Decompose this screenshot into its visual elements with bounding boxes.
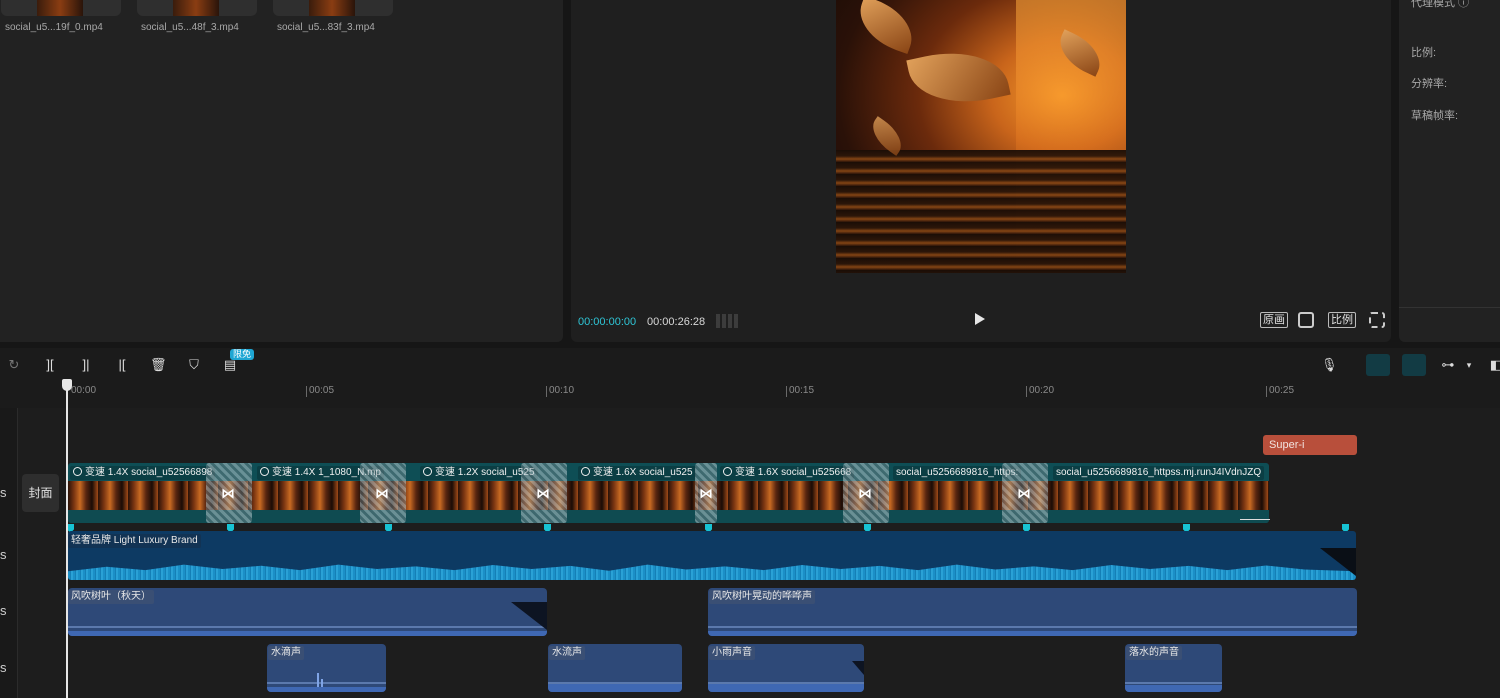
auto-snap-icon[interactable]	[1402, 354, 1426, 376]
redo-icon[interactable]: ↻	[6, 357, 22, 373]
text-clip[interactable]: Super-i	[1263, 435, 1357, 455]
free-badge: 限免	[230, 349, 255, 360]
transition-marker[interactable]: ⋈	[360, 463, 406, 523]
sfx-label: 风吹树叶晃动的哗哗声	[709, 590, 815, 604]
video-preview[interactable]	[836, 0, 1126, 273]
microphone-icon[interactable]: 🎙	[1321, 357, 1338, 373]
media-item-label: social_u5...48f_3.mp4	[141, 22, 239, 33]
media-item-label: social_u5...83f_3.mp4	[277, 22, 375, 33]
music-clip-label: 轻奢品牌 Light Luxury Brand	[68, 534, 201, 548]
video-clip-label[interactable]: social_u5256689816_httpss.mj.runJ4IVdnJZ…	[1053, 466, 1265, 480]
media-thumbnail[interactable]	[273, 0, 393, 16]
ruler-label: 00:00	[71, 385, 97, 396]
sfx-label: 风吹树叶（秋天）	[68, 590, 154, 604]
timecode-grid-icon[interactable]	[716, 314, 738, 328]
main-track-magnet-icon[interactable]	[1366, 354, 1390, 376]
ruler-label: 00:05	[309, 385, 335, 396]
video-clip-label[interactable]: 变速 1.4X social_u52566898	[70, 466, 216, 480]
playhead-handle[interactable]	[62, 379, 72, 391]
play-icon[interactable]	[975, 313, 985, 325]
video-clip-label[interactable]: 变速 1.6X social_u525668	[720, 466, 855, 480]
chevron-down-icon[interactable]: ▾	[1461, 357, 1477, 373]
shield-icon[interactable]: ⛉	[186, 357, 202, 373]
transition-marker[interactable]: ⋈	[843, 463, 889, 523]
sfx-label: 落水的声音	[1126, 646, 1182, 660]
ratio-label: 比例:	[1411, 47, 1437, 59]
resolution-label: 分辨率:	[1411, 78, 1448, 90]
media-item-label: social_u5...19f_0.mp4	[5, 22, 103, 33]
delete-icon[interactable]: 🗑	[150, 357, 167, 373]
video-clip-label[interactable]: 变速 1.6X social_u525	[578, 466, 696, 480]
properties-panel: 代理模式 ⓘ 比例: 分辨率: 草稿帧率:	[1399, 0, 1500, 342]
ruler-label: 00:15	[789, 385, 815, 396]
sfx-label: 小雨声音	[709, 646, 755, 660]
total-time: 00:00:26:28	[647, 316, 706, 328]
proxy-mode-label: 代理模式 ⓘ	[1411, 0, 1470, 9]
link-icon[interactable]: ⊶	[1440, 357, 1456, 373]
transition-marker[interactable]: ⋈	[206, 463, 252, 523]
editor-window: social_u5...19f_0.mp4 social_u5...48f_3.…	[0, 0, 1500, 698]
split-right-icon[interactable]: |[	[114, 357, 130, 373]
track-header-label: s	[0, 660, 7, 675]
player-panel: 00:00:00:00 00:00:26:28 原画 比例	[571, 0, 1391, 342]
cover-button[interactable]: 封面	[22, 474, 59, 512]
transition-marker[interactable]: ⋈	[695, 463, 717, 523]
focus-icon[interactable]	[1298, 312, 1314, 328]
divider	[1399, 307, 1500, 308]
fullscreen-icon[interactable]	[1369, 312, 1385, 328]
track-header-label: s	[0, 485, 7, 500]
media-library-panel: social_u5...19f_0.mp4 social_u5...48f_3.…	[0, 0, 563, 342]
music-track[interactable]	[68, 531, 1356, 580]
sfx-label: 水流声	[549, 646, 585, 660]
framerate-label: 草稿帧率:	[1411, 110, 1459, 122]
ruler-label: 00:10	[549, 385, 575, 396]
arrow-left-icon	[1240, 519, 1270, 520]
original-quality-button[interactable]: 原画	[1260, 312, 1288, 328]
playhead[interactable]	[66, 380, 68, 698]
transition-marker[interactable]: ⋈	[521, 463, 567, 523]
video-clip-label[interactable]: 变速 1.2X social_u525	[420, 466, 538, 480]
split-icon[interactable]: ][	[42, 357, 58, 373]
current-time: 00:00:00:00	[578, 316, 637, 328]
ratio-button[interactable]: 比例	[1328, 312, 1356, 328]
sfx-label: 水滴声	[268, 646, 304, 660]
transition-marker[interactable]: ⋈	[1002, 463, 1048, 523]
media-thumbnail[interactable]	[1, 0, 121, 16]
media-thumbnail[interactable]	[137, 0, 257, 16]
ruler-label: 00:25	[1269, 385, 1295, 396]
preview-axis-icon[interactable]: ◧	[1488, 357, 1500, 373]
track-header-label: s	[0, 547, 7, 562]
track-header-label: s	[0, 603, 7, 618]
split-left-icon[interactable]: ]|	[78, 357, 94, 373]
ruler-label: 00:20	[1029, 385, 1055, 396]
